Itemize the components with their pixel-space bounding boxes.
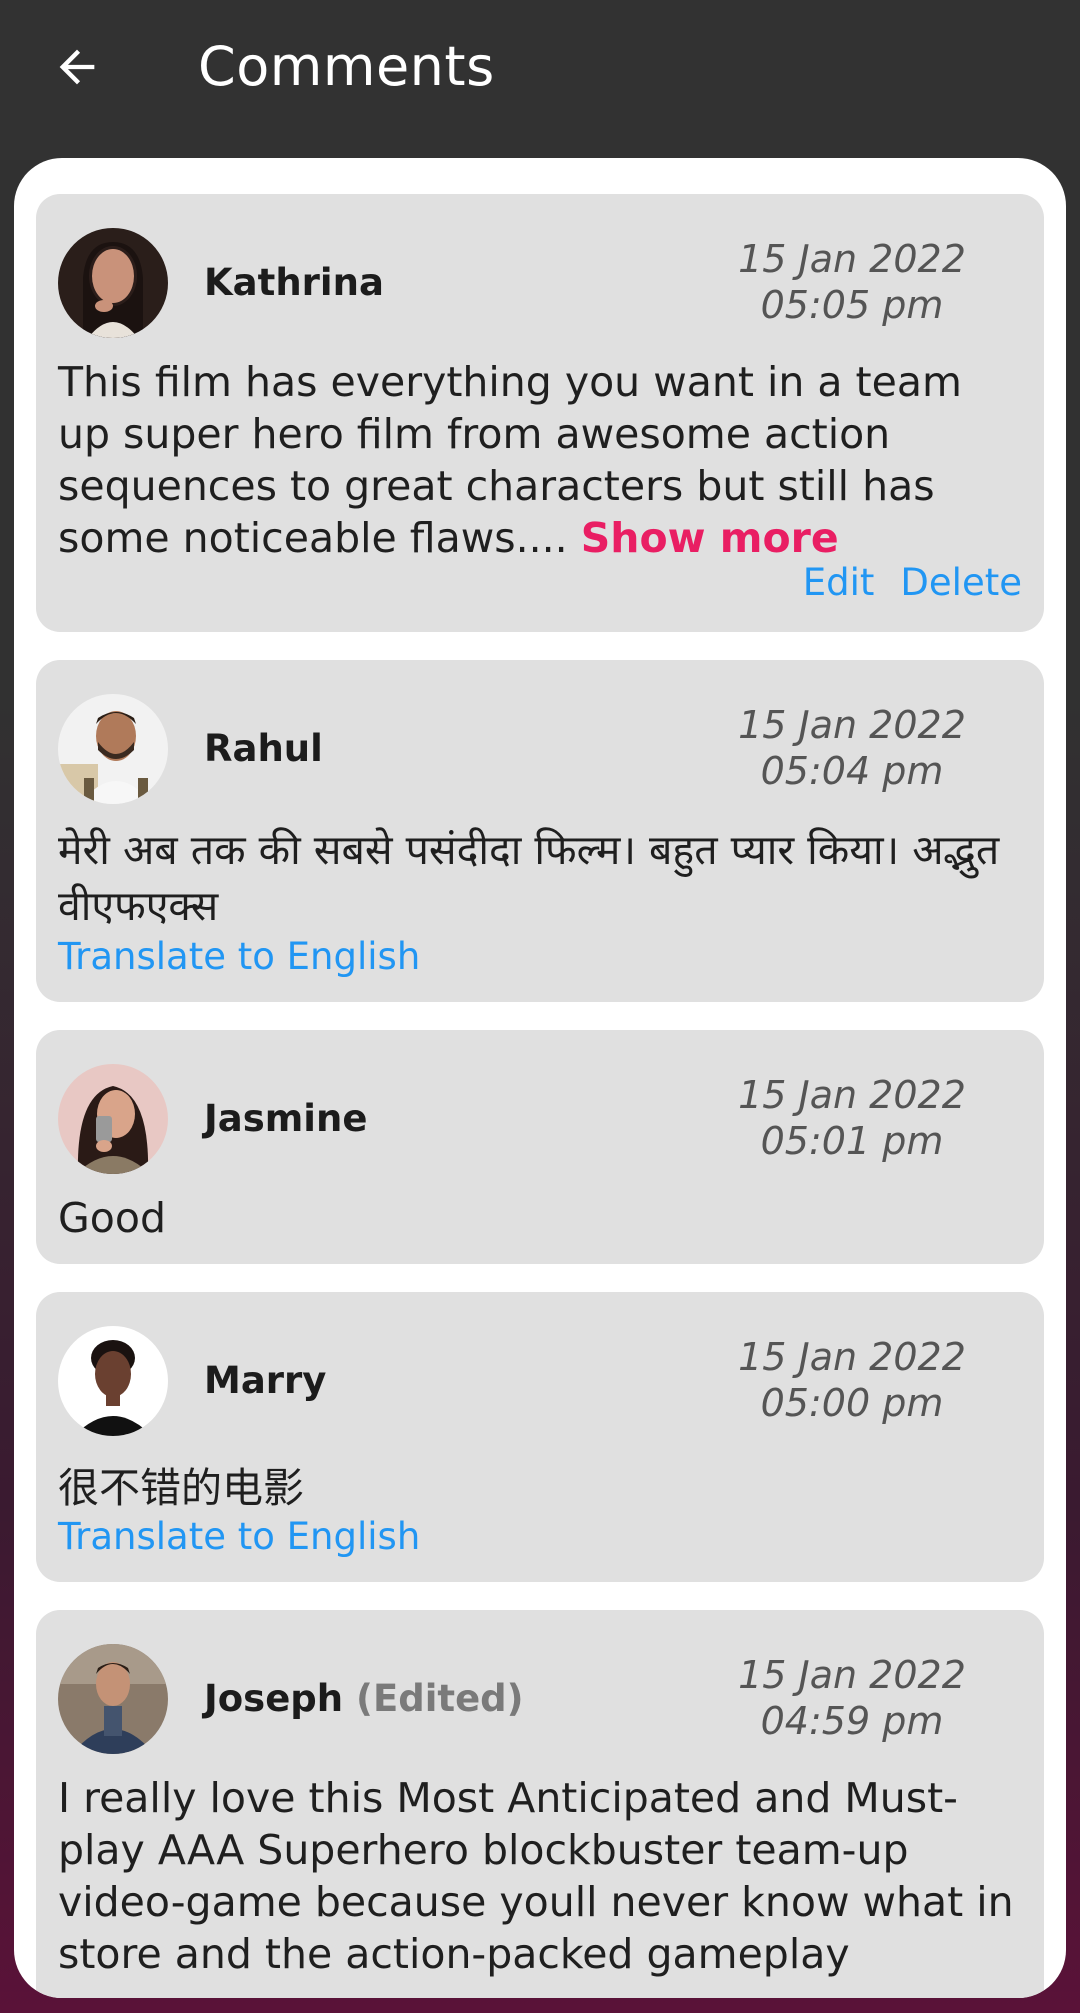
translate-link[interactable]: Translate to English	[58, 1515, 420, 1558]
avatar[interactable]	[58, 1064, 168, 1174]
avatar[interactable]	[58, 1644, 168, 1754]
avatar[interactable]	[58, 1326, 168, 1436]
avatar[interactable]	[58, 694, 168, 804]
comment-date: 15 Jan 2022	[738, 1335, 966, 1379]
comment-text: Good	[58, 1192, 1018, 1244]
author-name: Rahul	[204, 727, 323, 770]
comment-timestamp: 15 Jan 2022 05:01 pm	[702, 1072, 1002, 1164]
show-more-link[interactable]: Show more	[581, 514, 839, 562]
comment-author: Jasmine	[204, 1094, 367, 1144]
comment-time: 04:59 pm	[760, 1699, 944, 1743]
comment-body: मेरी अब तक की सबसे पसंदीदा फिल्म। बहुत प…	[58, 826, 1000, 930]
comment-text: 很不错的电影	[58, 1462, 1018, 1514]
author-name: Kathrina	[204, 261, 384, 304]
comment-body: I really love this Most Anticipated and …	[58, 1774, 1014, 1978]
translate-row: Translate to English	[58, 934, 420, 987]
comment-date: 15 Jan 2022	[738, 1073, 966, 1117]
comment-card: Joseph (Edited) 15 Jan 2022 04:59 pm I r…	[36, 1610, 1044, 1998]
comment-author: Rahul	[204, 724, 323, 774]
author-name: Jasmine	[204, 1097, 368, 1140]
author-name: Marry	[204, 1359, 327, 1402]
comment-text: This film has everything you want in a t…	[58, 356, 1018, 564]
comment-card: Rahul 15 Jan 2022 05:04 pm मेरी अब तक की…	[36, 660, 1044, 1002]
comment-author: Marry	[204, 1356, 326, 1406]
comment-actions: Edit Delete	[803, 560, 1022, 606]
comment-date: 15 Jan 2022	[738, 1653, 966, 1697]
comment-date: 15 Jan 2022	[738, 237, 966, 281]
comment-time: 05:01 pm	[760, 1119, 944, 1163]
comment-timestamp: 15 Jan 2022 05:04 pm	[702, 702, 1002, 794]
comment-card: Jasmine 15 Jan 2022 05:01 pm Good	[36, 1030, 1044, 1264]
comment-timestamp: 15 Jan 2022 04:59 pm	[702, 1652, 1002, 1744]
comment-card: Marry 15 Jan 2022 05:00 pm 很不错的电影 Transl…	[36, 1292, 1044, 1582]
arrow-left-icon	[59, 49, 95, 85]
comment-text: मेरी अब तक की सबसे पसंदीदा फिल्म। बहुत प…	[58, 822, 1018, 934]
comment-time: 05:00 pm	[760, 1381, 944, 1425]
translate-link[interactable]: Translate to English	[58, 935, 420, 978]
edited-label: (Edited)	[356, 1677, 524, 1720]
comment-body: 很不错的电影	[58, 1464, 304, 1512]
app-bar: Comments	[0, 0, 1080, 160]
author-name: Joseph	[204, 1677, 344, 1720]
page-title: Comments	[198, 35, 495, 98]
delete-button[interactable]: Delete	[900, 560, 1022, 606]
comment-timestamp: 15 Jan 2022 05:05 pm	[702, 236, 1002, 328]
comments-list[interactable]: Kathrina 15 Jan 2022 05:05 pm This film …	[14, 158, 1066, 1998]
comment-card: Kathrina 15 Jan 2022 05:05 pm This film …	[36, 194, 1044, 632]
comment-timestamp: 15 Jan 2022 05:00 pm	[702, 1334, 1002, 1426]
avatar[interactable]	[58, 228, 168, 338]
comment-time: 05:04 pm	[760, 749, 944, 793]
comment-author: Kathrina	[204, 258, 384, 308]
comment-author: Joseph (Edited)	[204, 1674, 524, 1724]
comment-date: 15 Jan 2022	[738, 703, 966, 747]
edit-button[interactable]: Edit	[803, 560, 875, 606]
back-button[interactable]	[40, 30, 114, 104]
comment-text: I really love this Most Anticipated and …	[58, 1772, 1018, 1980]
translate-row: Translate to English	[58, 1514, 420, 1567]
comment-time: 05:05 pm	[760, 283, 944, 327]
comment-body: Good	[58, 1194, 166, 1242]
